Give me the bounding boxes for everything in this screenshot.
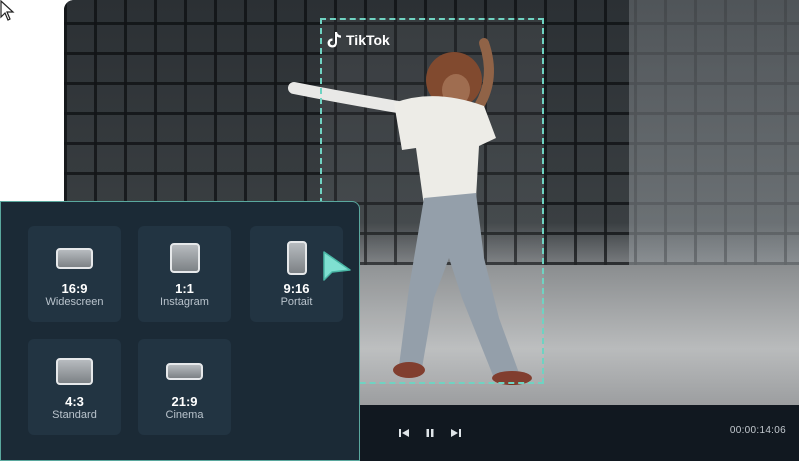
ratio-value: 1:1 [175, 281, 194, 296]
ratio-name: Instagram [160, 296, 209, 308]
ratio-option-4-3[interactable]: 4:3 Standard [28, 339, 121, 435]
timecode: 00:00:14:06 [729, 425, 786, 436]
ratio-name: Cinema [165, 409, 204, 421]
widescreen-shape-icon [56, 247, 93, 269]
ratio-value: 16:9 [61, 281, 88, 296]
tiktok-icon [327, 32, 341, 48]
pointer-cursor-icon [323, 251, 351, 281]
ratio-name: Standard [52, 409, 97, 421]
ratio-name: Widescreen [45, 296, 104, 308]
pause-button[interactable] [424, 427, 436, 439]
ratio-name: Portait [280, 296, 313, 308]
ratio-option-1-1[interactable]: 1:1 Instagram [138, 226, 231, 322]
ratio-option-21-9[interactable]: 21:9 Cinema [138, 339, 231, 435]
skip-back-button[interactable] [398, 427, 410, 439]
aspect-ratio-panel: 16:9 Widescreen 1:1 Instagram 9:16 Porta… [0, 201, 360, 461]
skip-back-icon [399, 429, 409, 437]
ratio-value: 21:9 [171, 394, 198, 409]
ratio-value: 9:16 [283, 281, 310, 296]
platform-label: TikTok [326, 31, 390, 49]
instagram-shape-icon [169, 243, 200, 273]
mouse-cursor-icon [0, 0, 15, 21]
portrait-shape-icon [286, 241, 307, 275]
cinema-shape-icon [166, 362, 203, 380]
skip-forward-icon [451, 429, 461, 437]
ratio-option-16-9[interactable]: 16:9 Widescreen [28, 226, 121, 322]
skip-forward-button[interactable] [450, 427, 462, 439]
background-building [629, 0, 799, 265]
pause-icon [426, 429, 434, 437]
standard-shape-icon [56, 357, 93, 385]
ratio-value: 4:3 [65, 394, 84, 409]
platform-label-text: TikTok [346, 32, 390, 48]
